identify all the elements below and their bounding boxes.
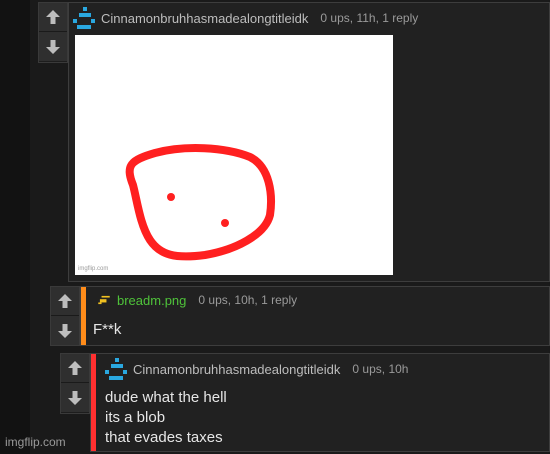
imgflip-watermark: imgflip.com [5,435,66,449]
accent-bar [81,287,86,345]
upvote-button[interactable] [61,354,89,383]
comment-1: Cinnamonbruhhasmadealongtitleidk 0 ups, … [38,2,550,282]
comment-body: Cinnamonbruhhasmadealongtitleidk 0 ups, … [68,2,550,282]
arrow-up-icon [68,361,82,375]
comment-image[interactable]: imgflip.com [75,35,393,275]
comment-header: breadm.png 0 ups, 10h, 1 reply [95,291,297,309]
comment-3: Cinnamonbruhhasmadealongtitleidk 0 ups, … [60,353,550,452]
image-watermark: imgflip.com [78,266,109,272]
blob-eye-right [221,219,229,227]
comment-line: that evades taxes [105,429,223,446]
arrow-up-icon [58,294,72,308]
comment-meta: 0 ups, 10h, 1 reply [198,293,298,307]
comment-line: F**k [93,321,122,338]
comment-meta: 0 ups, 10h [352,362,409,376]
comment-body: breadm.png 0 ups, 10h, 1 reply F**k [80,286,550,346]
blob-eye-left [167,193,175,201]
username[interactable]: Cinnamonbruhhasmadealongtitleidk [101,11,308,26]
arrow-up-icon [46,10,60,24]
comment-text: F**k [93,320,121,340]
blob-drawing [125,144,275,261]
comment-text: dude what the hell its a blob that evade… [105,388,227,448]
comment-header: Cinnamonbruhhasmadealongtitleidk 0 ups, … [73,7,418,29]
downvote-button[interactable] [39,32,67,61]
downvote-button[interactable] [61,383,89,412]
pixel-avatar-icon [73,7,95,29]
comment-meta: 0 ups, 11h, 1 reply [320,11,419,25]
comment-header: Cinnamonbruhhasmadealongtitleidk 0 ups, … [105,358,408,380]
accent-bar [91,354,96,451]
upvote-button[interactable] [51,287,79,316]
vote-column [60,353,90,414]
vote-column [38,2,68,63]
arrow-down-icon [58,323,72,338]
pixel-avatar-icon [98,295,110,305]
comment-line: dude what the hell [105,389,227,406]
username[interactable]: breadm.png [117,293,186,308]
arrow-down-icon [46,39,60,54]
upvote-button[interactable] [39,3,67,32]
blob-outline [125,144,275,261]
comment-line: its a blob [105,409,166,426]
username[interactable]: Cinnamonbruhhasmadealongtitleidk [133,362,340,377]
downvote-button[interactable] [51,316,79,345]
vote-column [50,286,80,346]
arrow-down-icon [68,390,82,405]
comment-body: Cinnamonbruhhasmadealongtitleidk 0 ups, … [90,353,550,452]
pixel-avatar-icon [105,358,127,380]
comment-2: breadm.png 0 ups, 10h, 1 reply F**k [50,286,550,346]
